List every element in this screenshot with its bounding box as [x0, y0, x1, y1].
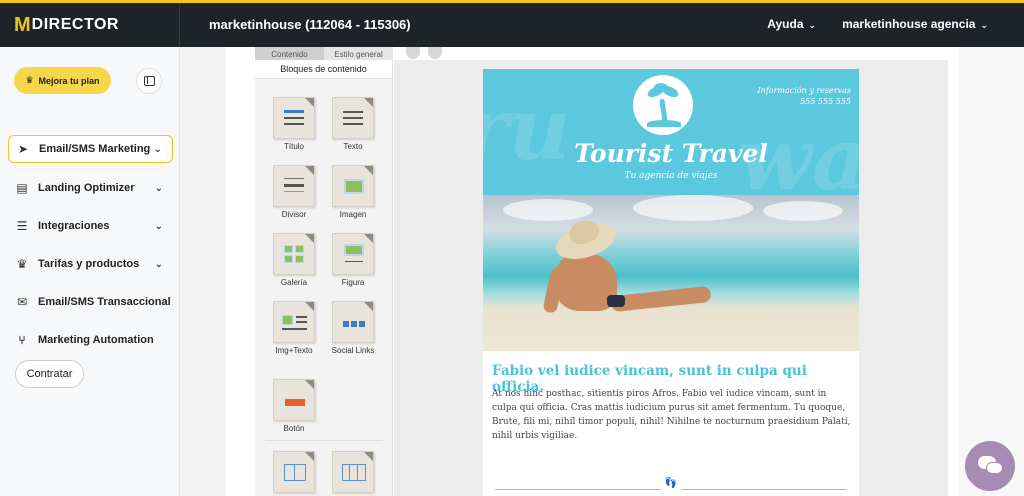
redo-button[interactable]	[428, 47, 442, 59]
block-label: Figura	[341, 278, 365, 287]
block-figura[interactable]: Figura	[328, 233, 378, 287]
email-brand-title: Tourist Travel	[574, 139, 768, 168]
right-panel	[959, 47, 1024, 496]
contract-button[interactable]: Contratar	[15, 360, 84, 388]
block-texto[interactable]: Texto	[328, 97, 378, 151]
sidebar-item-email-sms-marketing[interactable]: ➤ Email/SMS Marketing ⌄	[8, 135, 173, 163]
upgrade-plan-label: Mejora tu plan	[38, 75, 100, 86]
beach-photo[interactable]	[483, 195, 859, 351]
email-header-banner[interactable]: ru wa Información y reservas 555 555 555…	[483, 69, 859, 195]
document-icon: ▤	[16, 181, 28, 195]
block-label: Img+Texto	[275, 346, 313, 355]
account-name: marketinhouse (112064 - 115306)	[209, 17, 411, 32]
send-icon: ➤	[17, 142, 29, 156]
sidebar-nav: ➤ Email/SMS Marketing ⌄ ▤ Landing Optimi…	[8, 135, 173, 359]
flip-flops-icon: 👣	[661, 478, 681, 492]
block-img-texto[interactable]: Img+Texto	[269, 301, 319, 355]
chevron-down-icon: ⌄	[154, 258, 163, 270]
email-editor: Contenido Estilo general Bloques de cont…	[226, 47, 959, 496]
flow-icon: ⑂	[18, 333, 26, 347]
crown-icon: ♛	[25, 75, 34, 85]
logo-text: DIRECTOR	[31, 16, 119, 33]
chat-icon	[986, 462, 1003, 474]
chevron-down-icon: ⌄	[980, 20, 988, 30]
sidebar-item-label: Email/SMS Transaccional	[38, 296, 171, 308]
info-label: Información y reservas	[757, 86, 852, 95]
block-titulo[interactable]: Título	[269, 97, 319, 151]
logo-mark: M	[14, 13, 31, 36]
sidebar-item-landing-optimizer[interactable]: ▤ Landing Optimizer ⌄	[8, 169, 173, 207]
block-two-columns[interactable]	[269, 451, 319, 496]
sidebar-item-label: Marketing Automation	[38, 334, 154, 346]
tab-estilo-general[interactable]: Estilo general	[324, 47, 393, 60]
top-bar: M DIRECTOR marketinhouse (112064 - 11530…	[0, 0, 1024, 47]
undo-button[interactable]	[406, 47, 420, 59]
block-label: Galería	[280, 278, 308, 287]
block-label: Social Links	[331, 346, 375, 355]
sidebar-item-label: Tarifas y productos	[38, 258, 140, 270]
block-imagen[interactable]: Imagen	[328, 165, 378, 219]
sidebar: ♛ Mejora tu plan ➤ Email/SMS Marketing ⌄…	[0, 47, 180, 496]
blocks-panel-title: Bloques de contenido	[255, 60, 392, 79]
block-label: Texto	[343, 142, 363, 151]
chevron-down-icon: ⌄	[154, 182, 163, 194]
contact-info: Información y reservas 555 555 555	[758, 85, 852, 107]
sidebar-toggle-icon	[143, 76, 155, 86]
sidebar-item-transaccional[interactable]: ✉ Email/SMS Transaccional	[8, 283, 173, 321]
chat-button[interactable]	[965, 441, 1015, 491]
text-block-icon	[332, 97, 374, 139]
title-block-icon	[273, 97, 315, 139]
block-label: Botón	[283, 424, 305, 433]
block-boton[interactable]: Botón	[269, 379, 319, 433]
sidebar-item-marketing-automation[interactable]: ⑂ Marketing Automation	[8, 321, 173, 359]
block-three-columns[interactable]	[328, 451, 378, 496]
palm-tree-logo-icon	[633, 75, 693, 135]
block-divisor[interactable]: Divisor	[269, 165, 319, 219]
email-preview[interactable]: ru wa Información y reservas 555 555 555…	[483, 69, 859, 496]
figure-block-icon	[332, 233, 374, 275]
divider-block-icon	[273, 165, 315, 207]
content-blocks-panel: Bloques de contenido Título Texto Diviso…	[255, 60, 393, 496]
email-brand-subtitle: Tu agencia de viajes	[624, 171, 718, 181]
three-columns-block-icon	[332, 451, 374, 493]
image-block-icon	[332, 165, 374, 207]
chevron-down-icon: ⌄	[808, 20, 817, 30]
list-icon: ☰	[16, 219, 28, 233]
upgrade-plan-button[interactable]: ♛ Mejora tu plan	[14, 67, 111, 94]
chevron-down-icon: ⌄	[154, 220, 163, 232]
block-social-links[interactable]: Social Links	[328, 301, 378, 355]
email-canvas: ru wa Información y reservas 555 555 555…	[394, 60, 948, 496]
blocks-divider	[265, 440, 383, 441]
social-links-block-icon	[332, 301, 374, 343]
info-phone: 555 555 555	[800, 97, 851, 106]
sidebar-item-label: Landing Optimizer	[38, 182, 135, 194]
user-label: marketinhouse agencia	[842, 17, 976, 31]
sidebar-item-integraciones[interactable]: ☰ Integraciones ⌄	[8, 207, 173, 245]
envelope-icon: ✉	[16, 295, 28, 309]
block-label: Imagen	[339, 210, 367, 219]
chevron-down-icon: ⌄	[153, 143, 162, 155]
block-label: Divisor	[281, 210, 307, 219]
collapse-sidebar-button[interactable]	[136, 68, 162, 94]
crown-icon: ♛	[16, 257, 28, 271]
help-label: Ayuda	[767, 17, 804, 31]
button-block-icon	[273, 379, 315, 421]
sidebar-item-tarifas[interactable]: ♛ Tarifas y productos ⌄	[8, 245, 173, 283]
email-body-text: At nos hinc posthac, sitientis piros Afr…	[492, 389, 851, 441]
tab-contenido[interactable]: Contenido	[255, 47, 324, 60]
two-columns-block-icon	[273, 451, 315, 493]
gallery-block-icon	[273, 233, 315, 275]
block-galeria[interactable]: Galería	[269, 233, 319, 287]
director-logo[interactable]: M DIRECTOR	[0, 3, 180, 47]
sidebar-item-label: Integraciones	[38, 220, 110, 232]
block-label: Título	[283, 142, 304, 151]
user-menu[interactable]: marketinhouse agencia ⌄	[842, 17, 988, 31]
image-text-block-icon	[273, 301, 315, 343]
help-menu[interactable]: Ayuda ⌄	[767, 17, 816, 31]
sidebar-item-label: Email/SMS Marketing	[39, 143, 151, 155]
